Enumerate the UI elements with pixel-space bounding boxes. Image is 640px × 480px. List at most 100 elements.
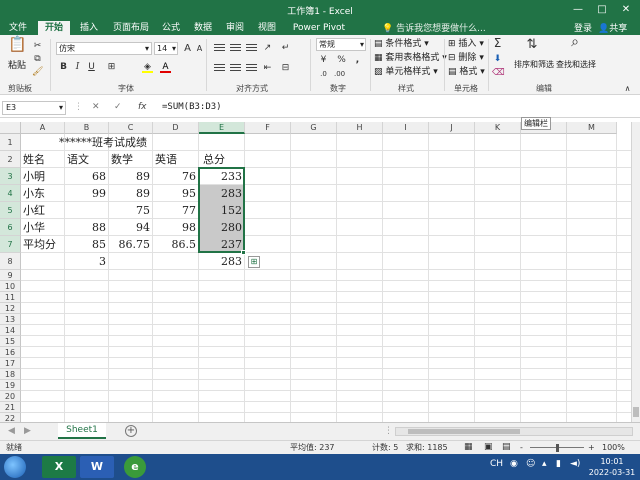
table-format-button[interactable]: ▦ 套用表格格式 ▾	[374, 52, 447, 64]
number-format-select[interactable]: 常规 ▾	[316, 38, 366, 51]
tab-review[interactable]: 审阅	[222, 21, 248, 35]
paste-icon[interactable]: 📋	[8, 37, 27, 59]
sheet-tab-sheet1[interactable]: Sheet1	[58, 423, 106, 439]
cell-c5[interactable]: 75	[109, 203, 150, 218]
find-select-button[interactable]: 查找和选择	[556, 59, 596, 71]
sheet-next-icon[interactable]: ▶	[22, 426, 33, 437]
scroll-thumb[interactable]	[633, 407, 639, 417]
horizontal-scrollbar[interactable]	[395, 427, 633, 436]
page-break-view-icon[interactable]: ▤	[502, 441, 511, 454]
tab-page-layout[interactable]: 页面布局	[108, 21, 154, 35]
collapse-ribbon-icon[interactable]: ∧	[622, 83, 633, 94]
tell-me-input[interactable]: 💡 告诉我您想要做什么...	[382, 21, 486, 34]
volume-icon[interactable]: ◄)	[570, 459, 580, 469]
column-header-f[interactable]: F	[245, 122, 291, 134]
row-header-20[interactable]: 20	[0, 391, 21, 402]
cell-c3[interactable]: 89	[109, 169, 150, 184]
column-header-b[interactable]: B	[65, 122, 109, 134]
zoom-slider-knob[interactable]	[556, 444, 559, 452]
find-search-icon[interactable]: ⌕	[566, 35, 584, 55]
cell-c4[interactable]: 89	[109, 186, 150, 201]
sort-filter-button[interactable]: 排序和筛选	[514, 59, 554, 71]
cell-header-d2[interactable]: 英语	[155, 152, 177, 167]
align-middle-icon[interactable]	[230, 44, 241, 53]
scroll-thumb[interactable]	[408, 429, 520, 434]
row-header-1[interactable]: 1	[0, 134, 21, 151]
formula-input[interactable]: =SUM(B3:D3)	[162, 102, 222, 112]
wrap-text-icon[interactable]: ↵	[280, 43, 291, 54]
font-name-select[interactable]: 仿宋 ▾	[56, 42, 152, 55]
row-header-5[interactable]: 5	[0, 202, 21, 219]
delete-cells-button[interactable]: ⊟ 删除 ▾	[448, 52, 484, 64]
format-cells-button[interactable]: ▤ 格式 ▾	[448, 66, 485, 78]
conditional-format-button[interactable]: ▤ 条件格式 ▾	[374, 38, 429, 50]
tab-data[interactable]: 数据	[190, 21, 216, 35]
more-options-icon[interactable]: ⋮	[74, 102, 83, 112]
clock[interactable]: 10:01 2022-03-31	[587, 456, 637, 478]
quick-analysis-icon[interactable]: ⊞	[248, 256, 260, 268]
row-header-10[interactable]: 10	[0, 281, 21, 292]
clear-icon[interactable]: ⌫	[492, 68, 505, 79]
cell-b3[interactable]: 68	[65, 169, 106, 184]
row-header-9[interactable]: 9	[0, 270, 21, 281]
word-taskbar-icon[interactable]: W	[80, 456, 114, 478]
select-all-corner[interactable]	[0, 122, 21, 134]
cell-header-c2[interactable]: 数学	[111, 152, 133, 167]
share-button[interactable]: 👤共享	[598, 21, 627, 34]
cell-a3[interactable]: 小明	[23, 169, 45, 184]
copy-icon[interactable]: ⧉	[32, 54, 43, 65]
fill-color-icon[interactable]: ◈	[142, 62, 153, 73]
show-hidden-icons[interactable]: ▴	[542, 459, 547, 469]
row-header-18[interactable]: 18	[0, 369, 21, 380]
cell-d4[interactable]: 95	[153, 186, 196, 201]
normal-view-icon[interactable]: ▦	[464, 441, 473, 454]
bold-button[interactable]: B	[58, 62, 69, 73]
insert-cells-button[interactable]: ⊞ 插入 ▾	[448, 38, 484, 50]
cell-b7[interactable]: 85	[65, 237, 106, 252]
fill-icon[interactable]: ⬇	[492, 54, 503, 65]
column-header-i[interactable]: I	[383, 122, 429, 134]
column-header-c[interactable]: C	[109, 122, 153, 134]
login-button[interactable]: 登录	[574, 21, 592, 34]
cell-d6[interactable]: 98	[153, 220, 196, 235]
column-header-m[interactable]: M	[567, 122, 617, 134]
column-header-j[interactable]: J	[429, 122, 475, 134]
sheet-options-icon[interactable]: ⋮	[383, 426, 394, 437]
enter-formula-button[interactable]: ✓	[114, 102, 122, 112]
increase-font-icon[interactable]: A	[182, 43, 193, 54]
row-header-7[interactable]: 7	[0, 236, 21, 253]
tab-file[interactable]: 文件	[4, 21, 32, 35]
column-header-a[interactable]: A	[21, 122, 65, 134]
cell-d5[interactable]: 77	[153, 203, 196, 218]
cell-a1-title[interactable]: ******班考试成绩	[59, 135, 147, 150]
row-header-11[interactable]: 11	[0, 292, 21, 303]
row-header-3[interactable]: 3	[0, 168, 21, 185]
orientation-icon[interactable]: ↗	[262, 43, 273, 54]
row-header-16[interactable]: 16	[0, 347, 21, 358]
percent-button[interactable]: %	[336, 55, 347, 66]
excel-taskbar-icon[interactable]: X	[42, 456, 76, 478]
font-color-icon[interactable]: A	[160, 62, 171, 73]
increase-decimal-icon[interactable]: .0	[318, 69, 329, 80]
page-layout-view-icon[interactable]: ▣	[484, 441, 493, 454]
column-header-g[interactable]: G	[291, 122, 337, 134]
language-indicator[interactable]: CH	[490, 459, 503, 469]
column-header-e[interactable]: E	[199, 122, 245, 134]
column-header-h[interactable]: H	[337, 122, 383, 134]
italic-button[interactable]: I	[72, 62, 83, 73]
cell-d7[interactable]: 86.5	[153, 237, 197, 252]
underline-button[interactable]: U	[86, 62, 97, 73]
maximize-button[interactable]: □	[592, 2, 612, 18]
row-header-21[interactable]: 21	[0, 402, 21, 413]
zoom-out-button[interactable]: -	[520, 441, 523, 454]
tray-app-icon[interactable]: ☺	[526, 459, 535, 469]
align-left-icon[interactable]	[214, 64, 225, 73]
cell-b8[interactable]: 3	[65, 254, 106, 269]
insert-function-button[interactable]: fx	[138, 102, 147, 112]
decrease-font-icon[interactable]: A	[194, 43, 205, 54]
row-header-6[interactable]: 6	[0, 219, 21, 236]
tray-app-icon[interactable]: ◉	[510, 459, 518, 469]
row-header-2[interactable]: 2	[0, 151, 21, 168]
name-box[interactable]: E3 ▾	[2, 101, 66, 115]
add-sheet-button[interactable]: +	[125, 425, 137, 437]
